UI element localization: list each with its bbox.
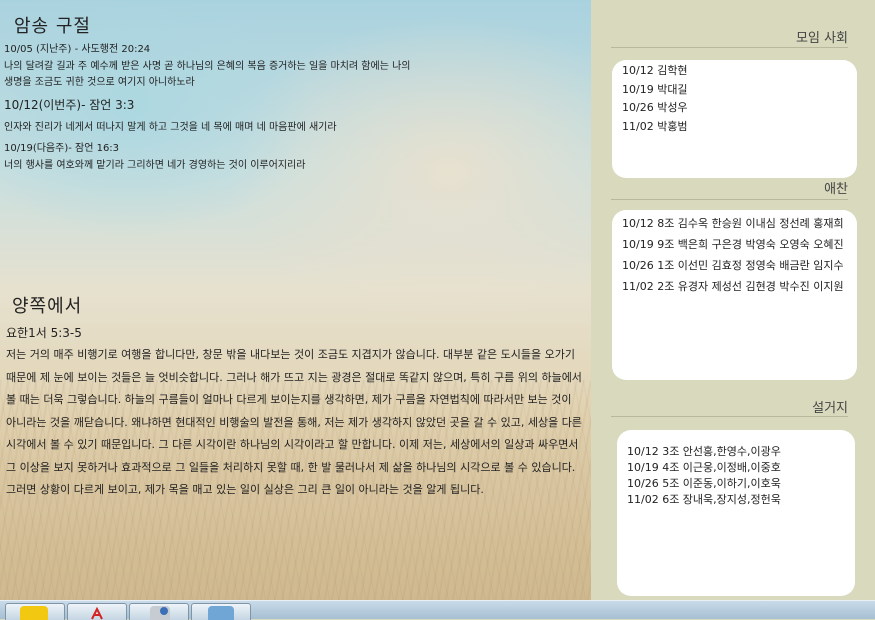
main-panel: 암송 구절 10/05 (지난주) - 사도행전 20:24 나의 달려갈 길과…	[0, 0, 591, 600]
moim-row: 11/02 박홍범	[622, 119, 688, 133]
aechan-card: 10/12 8조 김수옥 한승원 이내심 정선례 홍재희 10/19 9조 백은…	[612, 210, 857, 380]
verse-this-week-ref: 10/12(이번주)- 잠언 3:3	[4, 98, 135, 112]
moim-row: 10/19 박대길	[622, 82, 688, 96]
taskbar	[0, 600, 875, 620]
aechan-heading: 애찬	[824, 182, 848, 197]
aechan-divider	[611, 199, 848, 200]
sidebar: 모임 사회 10/12 김학현 10/19 박대길 10/26 박성우 11/0…	[591, 0, 875, 600]
taskbar-button-info[interactable]	[129, 603, 189, 620]
aechan-row: 10/12 8조 김수옥 한승원 이내심 정선례 홍재희	[622, 217, 844, 230]
moim-row: 10/12 김학현	[622, 64, 688, 77]
moim-divider	[611, 47, 848, 48]
taskbar-button-talk[interactable]	[5, 603, 65, 620]
verse-last-week-ref: 10/05 (지난주) - 사도행전 20:24	[4, 44, 151, 55]
moim-heading: 모임 사회	[796, 31, 848, 46]
essay-body: 저는 거의 매주 비행기로 여행을 합니다만, 창문 밖을 내다보는 것이 조금…	[6, 348, 582, 496]
verse-this-week-text: 인자와 진리가 네게서 떠나지 말게 하고 그것을 네 목에 매며 네 마음판에…	[4, 122, 337, 133]
verse-next-week-ref: 10/19(다음주)- 잠언 16:3	[4, 143, 120, 154]
aechan-row: 11/02 2조 유경자 제성선 김현경 박수진 이지원	[622, 280, 844, 293]
verse-last-week-text: 나의 달려갈 길과 주 예수께 받은 사명 곧 하나님의 은혜의 복음 증거하는…	[4, 61, 411, 72]
taskbar-button-korean[interactable]	[191, 603, 251, 620]
taskbar-button-pdf[interactable]	[67, 603, 127, 620]
dishes-heading: 설거지	[812, 401, 848, 416]
essay-scripture-ref: 요한1서 5:3-5	[6, 326, 82, 340]
dishes-row: 10/12 3조 안선홍,한영수,이광우	[627, 445, 781, 458]
dishes-card: 10/12 3조 안선홍,한영수,이광우 10/19 4조 이근웅,이정배,이중…	[617, 430, 855, 596]
moim-row: 10/26 박성우	[622, 101, 688, 114]
dishes-row: 10/19 4조 이근웅,이정배,이중호	[627, 461, 781, 474]
aechan-row: 10/26 1조 이선민 김효정 정영숙 배금란 임지수	[622, 259, 844, 272]
verse-section-title: 암송 구절	[14, 16, 91, 37]
verse-last-week-text-2: 생명을 조금도 귀한 것으로 여기지 아니하노라	[4, 77, 195, 88]
verse-next-week-text: 너의 행사를 여호와께 맡기라 그리하면 네가 경영하는 것이 이루어지리라	[4, 160, 306, 171]
moim-card: 10/12 김학현 10/19 박대길 10/26 박성우 11/02 박홍범	[612, 60, 857, 178]
dishes-row: 10/26 5조 이준동,이하기,이호욱	[627, 477, 781, 490]
aechan-row: 10/19 9조 백은희 구은경 박영숙 오영숙 오혜진	[622, 238, 844, 251]
essay-title: 양쪽에서	[12, 296, 83, 317]
dishes-divider	[611, 416, 848, 417]
dishes-row: 11/02 6조 장내욱,장지성,정헌욱	[627, 493, 781, 506]
